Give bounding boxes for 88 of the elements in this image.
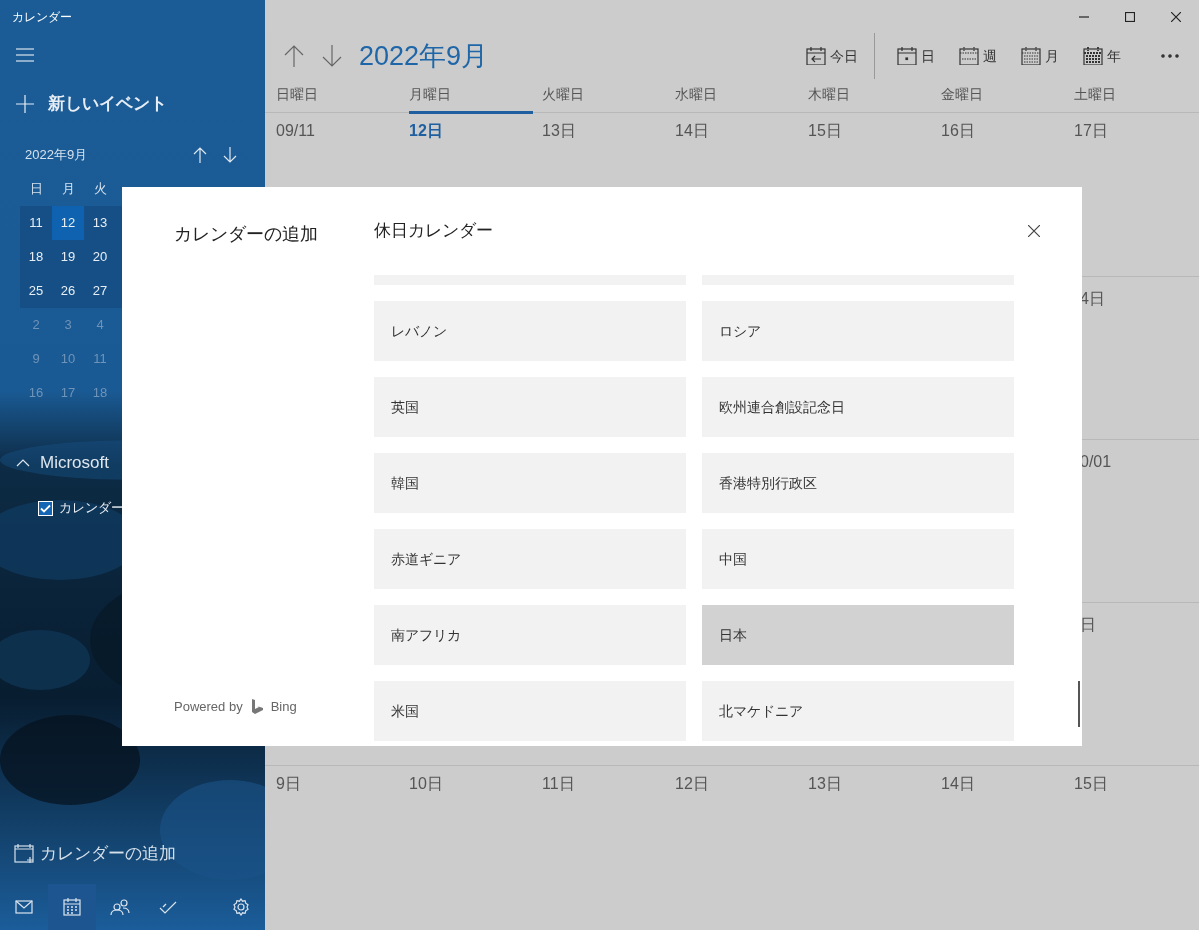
view-button[interactable]: 月 bbox=[1015, 38, 1065, 74]
calendar-day[interactable]: 18 bbox=[20, 240, 52, 274]
date-label: 15日 bbox=[808, 122, 842, 139]
month-title: 2022年9月 bbox=[359, 39, 490, 73]
month-title: 2022年9月 bbox=[25, 146, 89, 165]
date-label: 13日 bbox=[808, 775, 842, 792]
weekday-label: 火 bbox=[92, 180, 108, 199]
country-tile[interactable]: ロシア bbox=[702, 301, 1014, 361]
view-button[interactable]: 日 bbox=[891, 38, 941, 74]
weekday-header[interactable]: 火曜日 bbox=[542, 78, 666, 114]
country-tile[interactable]: レバノン bbox=[374, 301, 686, 361]
more-icon bbox=[1161, 54, 1179, 58]
date-label: 09/11 bbox=[276, 122, 315, 139]
calendar-day-icon bbox=[897, 47, 917, 65]
date-label: 9日 bbox=[276, 775, 301, 792]
calendar-day[interactable]: 27 bbox=[84, 274, 116, 308]
country-tile[interactable]: 香港特別行政区 bbox=[702, 453, 1014, 513]
weekday-header[interactable]: 月曜日 bbox=[409, 78, 533, 114]
calendar-day[interactable]: 25 bbox=[20, 274, 52, 308]
plus-icon bbox=[16, 95, 34, 113]
down-arrow-icon bbox=[223, 147, 237, 163]
calendar-tab[interactable] bbox=[48, 884, 96, 930]
date-label: 11日 bbox=[542, 775, 575, 792]
calendar-week-icon bbox=[959, 47, 979, 65]
calendar-day[interactable]: 11 bbox=[20, 206, 52, 240]
calendar-add-icon bbox=[14, 844, 34, 864]
check-icon bbox=[40, 503, 51, 513]
close-icon bbox=[1171, 12, 1181, 22]
mail-icon bbox=[15, 900, 33, 914]
date-label: 10日 bbox=[409, 775, 443, 792]
country-tile[interactable]: 韓国 bbox=[374, 453, 686, 513]
people-icon bbox=[110, 898, 130, 916]
next-month-button[interactable] bbox=[223, 147, 237, 163]
weekday-label: 日 bbox=[28, 180, 44, 199]
calendar-day[interactable]: 26 bbox=[52, 274, 84, 308]
weekday-label: 月 bbox=[60, 180, 76, 199]
b-logo-icon bbox=[250, 698, 263, 714]
add-calendar-button[interactable]: カレンダーの追加 bbox=[0, 836, 265, 872]
powered-by-label: Powered by bbox=[174, 697, 243, 716]
calendar-day[interactable]: 12 bbox=[52, 206, 84, 240]
up-arrow-icon bbox=[193, 147, 207, 163]
calendar-today-icon bbox=[806, 47, 826, 65]
country-tile[interactable]: 中国 bbox=[702, 529, 1014, 589]
country-tile[interactable]: 英国 bbox=[374, 377, 686, 437]
date-label: 12日 bbox=[675, 775, 709, 792]
view-button[interactable]: 週 bbox=[953, 38, 1003, 74]
close-icon bbox=[1028, 225, 1040, 237]
calendar-month-icon bbox=[1021, 47, 1041, 65]
country-tile[interactable]: 日本 bbox=[702, 605, 1014, 665]
country-tile[interactable]: 南アフリカ bbox=[374, 605, 686, 665]
settings-icon bbox=[232, 898, 250, 916]
date-label: 17日 bbox=[1074, 122, 1108, 139]
scrollbar-thumb[interactable] bbox=[1078, 681, 1080, 727]
weekday-header[interactable]: 金曜日 bbox=[941, 78, 1065, 114]
date-label: 14日 bbox=[675, 122, 709, 139]
brand-label: Bing bbox=[270, 697, 297, 716]
maximize-icon bbox=[1125, 12, 1135, 22]
down-arrow-icon bbox=[322, 45, 342, 67]
calendar-day[interactable]: 19 bbox=[52, 240, 84, 274]
calendar-year-icon bbox=[1083, 47, 1103, 65]
country-tile[interactable]: 欧州連合創設記念日 bbox=[702, 377, 1014, 437]
date-label: 14日 bbox=[941, 775, 975, 792]
section-heading: 休日カレンダー bbox=[374, 220, 494, 243]
date-label: 16日 bbox=[941, 122, 975, 139]
new-event-button[interactable]: 新しいイベント bbox=[0, 76, 265, 132]
date-label: 日 bbox=[1080, 616, 1096, 633]
previous-month-button[interactable] bbox=[193, 147, 207, 163]
weekday-header[interactable]: 土曜日 bbox=[1074, 78, 1198, 114]
window-title: カレンダー bbox=[12, 9, 72, 26]
checkmark-icon bbox=[159, 899, 177, 915]
date-label: 12日 bbox=[409, 122, 443, 139]
calendar-icon bbox=[63, 898, 81, 916]
weekday-header[interactable]: 木曜日 bbox=[808, 78, 932, 114]
chevron-icon bbox=[16, 459, 30, 467]
date-label: 13日 bbox=[542, 122, 576, 139]
dialog-title: カレンダーの追加 bbox=[174, 223, 319, 246]
country-tile[interactable]: 赤道ギニア bbox=[374, 529, 686, 589]
date-label: 15日 bbox=[1074, 775, 1108, 792]
country-tile[interactable]: 米国 bbox=[374, 681, 686, 741]
calendar-day[interactable]: 20 bbox=[84, 240, 116, 274]
calendar-day[interactable]: 13 bbox=[84, 206, 116, 240]
view-button[interactable]: 年 bbox=[1077, 38, 1127, 74]
weekday-header[interactable]: 日曜日 bbox=[276, 78, 400, 114]
view-button[interactable]: 今日 bbox=[800, 38, 864, 74]
up-arrow-icon bbox=[284, 45, 304, 67]
menu-icon[interactable] bbox=[16, 48, 34, 62]
country-tile[interactable]: 北マケドニア bbox=[702, 681, 1014, 741]
weekday-header[interactable]: 水曜日 bbox=[675, 78, 799, 114]
